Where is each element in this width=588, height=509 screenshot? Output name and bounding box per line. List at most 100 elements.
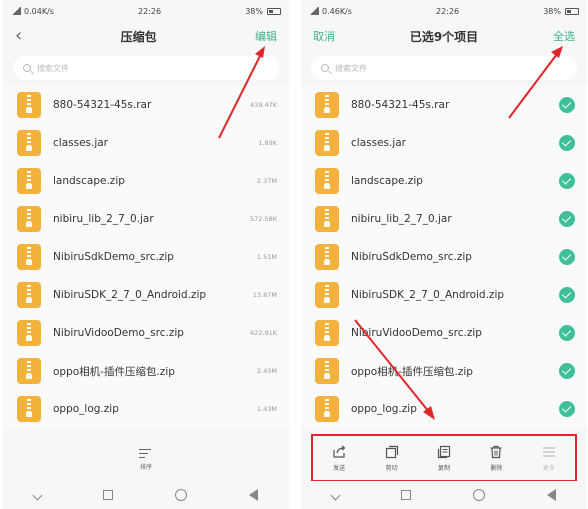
back-arrow-icon[interactable]: ‹ [15, 27, 22, 45]
file-row[interactable]: NibiruSDK_2_7_0_Android.zip 13.87M [3, 276, 289, 314]
copy-button[interactable]: 复制 [437, 445, 451, 472]
back-button[interactable] [249, 489, 258, 501]
zip-file-icon [17, 358, 41, 384]
bottom-toolbar: 排序 [3, 438, 289, 480]
file-size: 1.89K [258, 139, 277, 147]
file-name: 880-54321-45s.rar [351, 99, 450, 111]
status-bar: 0.04K/s 22:26 38% [3, 0, 289, 22]
file-size: 13.87M [252, 291, 277, 299]
search-icon [23, 64, 31, 72]
zip-file-icon [315, 130, 339, 156]
zip-file-icon [315, 358, 339, 384]
page-title: 压缩包 [120, 29, 157, 44]
file-row[interactable]: NibiruSdkDemo_src.zip 1.51M [3, 238, 289, 276]
file-row[interactable]: NibiruSDK_2_7_0_Android.zip [301, 276, 587, 314]
file-row[interactable]: oppo_log.zip 1.43M [3, 390, 289, 428]
file-row[interactable]: nibiru_lib_2_7_0.jar 572.58K [3, 200, 289, 238]
checked-icon[interactable] [559, 401, 575, 417]
system-nav-bar [3, 481, 289, 509]
zip-file-icon [315, 206, 339, 232]
search-placeholder: 搜索文件 [37, 63, 69, 73]
file-row[interactable]: oppo相机-插件压缩包.zip 2.43M [3, 352, 289, 390]
system-nav-bar [301, 481, 587, 509]
select-all-button[interactable]: 全选 [553, 28, 575, 44]
cut-button[interactable]: 剪切 [385, 445, 399, 472]
selection-title: 已选9个项目 [409, 29, 479, 44]
battery-icon [564, 7, 579, 15]
sort-button[interactable]: 排序 [139, 448, 153, 471]
file-row[interactable]: landscape.zip [301, 162, 587, 200]
search-input[interactable]: 搜索文件 [311, 56, 577, 80]
file-size: 1.43M [256, 405, 277, 413]
delete-label: 删除 [490, 464, 503, 472]
more-button[interactable]: 更多 [542, 445, 556, 472]
send-button[interactable]: 发送 [332, 445, 346, 472]
checked-icon[interactable] [559, 363, 575, 379]
zip-file-icon [315, 92, 339, 118]
sort-icon [139, 448, 153, 459]
title-bar: 取消 已选9个项目 全选 [301, 22, 587, 50]
file-size: 572.58K [249, 215, 277, 223]
file-row[interactable]: classes.jar [301, 124, 587, 162]
file-name: NibiruSdkDemo_src.zip [53, 251, 174, 263]
recents-button[interactable] [103, 490, 113, 500]
file-row[interactable]: NibiruVidooDemo_src.zip [301, 314, 587, 352]
checked-icon[interactable] [559, 287, 575, 303]
zip-file-icon [17, 206, 41, 232]
home-button[interactable] [473, 489, 485, 501]
status-bar: 0.46K/s 22:26 38% [301, 0, 587, 22]
copy-icon [437, 445, 451, 458]
phone-screen-select: 0.46K/s 22:26 38% 取消 已选9个项目 全选 搜索文件 880-… [301, 0, 587, 509]
network-speed: 0.04K/s [24, 6, 54, 16]
chevron-down-icon[interactable] [330, 490, 341, 500]
zip-file-icon [315, 282, 339, 308]
signal-icon [11, 7, 21, 15]
cut-label: 剪切 [385, 464, 398, 472]
search-input[interactable]: 搜索文件 [13, 56, 279, 80]
file-name: landscape.zip [351, 175, 423, 187]
edit-button[interactable]: 编辑 [255, 28, 277, 44]
chevron-down-icon[interactable] [32, 490, 43, 500]
file-row[interactable]: oppo相机-插件压缩包.zip [301, 352, 587, 390]
delete-button[interactable]: 删除 [489, 445, 503, 472]
file-row[interactable]: 880-54321-45s.rar 439.47K [3, 86, 289, 124]
file-row[interactable]: oppo_log.zip [301, 390, 587, 428]
network-speed: 0.46K/s [322, 6, 352, 16]
file-name: oppo相机-插件压缩包.zip [351, 365, 473, 378]
zip-file-icon [315, 320, 339, 346]
back-button[interactable] [547, 489, 556, 501]
cut-icon [385, 445, 398, 458]
file-name: NibiruSdkDemo_src.zip [351, 251, 472, 263]
recents-button[interactable] [401, 490, 411, 500]
zip-file-icon [17, 244, 41, 270]
file-row[interactable]: 880-54321-45s.rar [301, 86, 587, 124]
zip-file-icon [17, 92, 41, 118]
cancel-button[interactable]: 取消 [313, 28, 335, 44]
checked-icon[interactable] [559, 135, 575, 151]
battery-icon [266, 7, 281, 15]
file-size: 2.37M [256, 177, 277, 185]
trash-icon [490, 445, 502, 458]
phone-screen-browse: 0.04K/s 22:26 38% ‹ 压缩包 编辑 搜索文件 880-5432… [3, 0, 289, 509]
battery-percent: 38% [543, 6, 561, 16]
checked-icon[interactable] [559, 173, 575, 189]
checked-icon[interactable] [559, 211, 575, 227]
checked-icon[interactable] [559, 97, 575, 113]
more-icon [542, 446, 555, 457]
checked-icon[interactable] [559, 325, 575, 341]
zip-file-icon [315, 244, 339, 270]
checked-icon[interactable] [559, 249, 575, 265]
file-row[interactable]: NibiruVidooDemo_src.zip 622.91K [3, 314, 289, 352]
file-row[interactable]: classes.jar 1.89K [3, 124, 289, 162]
clock: 22:26 [138, 6, 162, 16]
search-icon [321, 64, 329, 72]
zip-file-icon [17, 168, 41, 194]
file-row[interactable]: NibiruSdkDemo_src.zip [301, 238, 587, 276]
battery-percent: 38% [245, 6, 263, 16]
file-row[interactable]: nibiru_lib_2_7_0.jar [301, 200, 587, 238]
home-button[interactable] [175, 489, 187, 501]
file-name: NibiruVidooDemo_src.zip [53, 327, 184, 339]
file-name: NibiruSDK_2_7_0_Android.zip [351, 289, 505, 301]
file-name: NibiruVidooDemo_src.zip [351, 327, 482, 339]
file-row[interactable]: landscape.zip 2.37M [3, 162, 289, 200]
